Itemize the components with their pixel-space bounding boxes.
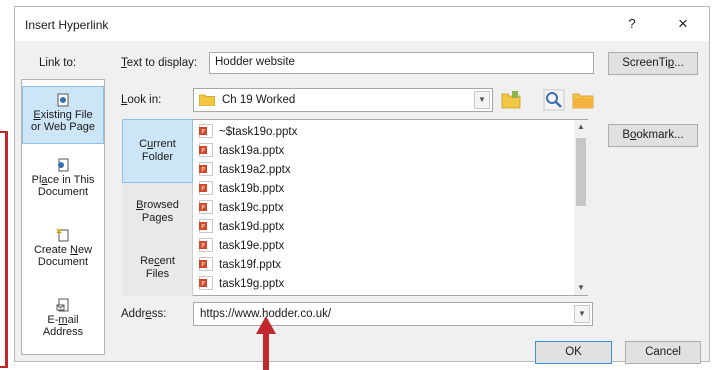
file-list-item[interactable]: P ~$task19o.pptx [199,124,297,141]
file-name: task19a.pptx [219,145,285,157]
file-list-item[interactable]: Ptask19d.pptx [199,219,284,236]
file-name: task19g.pptx [219,278,285,290]
address-input[interactable]: https://www.hodder.co.uk/ ▼ [193,302,593,326]
powerpoint-file-icon: P [199,124,213,138]
link-to-bar: Existing File or Web Page Place in This … [21,79,105,355]
svg-text:P: P [201,129,205,136]
svg-text:P: P [201,186,205,193]
title-bar: Insert Hyperlink ? × [15,7,709,41]
folder-icon [199,94,215,106]
svg-text:P: P [201,262,205,269]
cancel-button[interactable]: Cancel [625,341,701,364]
ok-button[interactable]: OK [535,341,612,364]
look-in-value: Ch 19 Worked [222,94,296,106]
powerpoint-file-icon: P [199,257,213,271]
browse-file-icon[interactable] [571,88,595,112]
file-name: task19c.pptx [219,202,284,214]
svg-text:P: P [201,148,205,155]
link-to-place-in-document[interactable]: Place in This Document [22,152,104,206]
file-name: task19d.pptx [219,221,285,233]
svg-text:P: P [201,243,205,250]
text-to-display-input[interactable]: Hodder website [209,52,594,74]
powerpoint-file-icon: P [199,162,213,176]
svg-text:P: P [201,205,205,212]
powerpoint-file-icon: P [199,143,213,157]
look-in-select[interactable]: Ch 19 Worked ▼ [193,88,493,112]
email-icon [56,298,69,312]
powerpoint-file-icon: P [199,219,213,233]
place-in-document-icon [58,158,69,172]
file-list-item[interactable]: Ptask19a.pptx [199,143,284,160]
place-recent-files[interactable]: Recent Files [122,241,193,295]
up-one-folder-icon[interactable] [499,88,523,112]
close-button[interactable]: × [671,13,695,35]
place-current-folder[interactable]: Current Folder [122,119,193,183]
annotation-arrow-icon [256,316,276,370]
web-page-icon [57,93,69,107]
place-browsed-pages[interactable]: Browsed Pages [122,185,193,239]
file-list-item[interactable]: Ptask19g.pptx [199,276,284,293]
link-to-email-address[interactable]: E-mail Address [22,292,104,350]
screentip-button[interactable]: ScreenTip... [608,52,698,75]
file-list: P ~$task19o.pptx Ptask19a.pptx Ptask19a2.pp… [193,119,588,296]
browse-web-icon[interactable] [542,88,566,112]
new-document-icon [56,228,69,242]
file-list-item[interactable]: Ptask19c.pptx [199,200,284,217]
chevron-down-icon[interactable]: ▼ [474,91,490,109]
file-name: task19f.pptx [219,259,282,271]
powerpoint-file-icon: P [199,200,213,214]
address-label: Address: [121,308,167,320]
scroll-down-icon[interactable]: ▼ [574,281,588,295]
file-list-scrollbar[interactable]: ▲ ▼ [574,120,588,295]
dialog-title: Insert Hyperlink [25,18,109,32]
insert-hyperlink-dialog: Insert Hyperlink ? × Link to: Existing F… [14,6,710,364]
svg-text:P: P [201,167,205,174]
file-name: task19b.pptx [219,183,285,195]
file-list-item[interactable]: Ptask19a2.pptx [199,162,291,179]
file-list-item[interactable]: Ptask19e.pptx [199,238,284,255]
svg-text:P: P [201,224,205,231]
chevron-down-icon[interactable]: ▼ [574,305,590,323]
powerpoint-file-icon: P [199,238,213,252]
scroll-thumb[interactable] [576,138,586,206]
help-button[interactable]: ? [621,14,643,34]
file-name: task19e.pptx [219,240,285,252]
file-list-item[interactable]: Ptask19b.pptx [199,181,284,198]
annotation-bracket [0,131,8,368]
file-name: ~$task19o.pptx [219,126,298,138]
powerpoint-file-icon: P [199,276,213,290]
file-name: task19a2.pptx [219,164,291,176]
file-list-item[interactable]: Ptask19f.pptx [199,257,281,274]
scroll-up-icon[interactable]: ▲ [574,120,588,134]
svg-text:P: P [201,281,205,288]
powerpoint-file-icon: P [199,181,213,195]
link-to-create-new-document[interactable]: Create New Document [22,222,104,276]
text-to-display-label: Text to display: [121,57,198,69]
bookmark-button[interactable]: Bookmark... [608,124,698,147]
places-list: Current Folder Browsed Pages Recent File… [122,119,193,296]
link-to-label: Link to: [39,57,77,69]
link-to-existing-file[interactable]: Existing File or Web Page [22,86,104,144]
look-in-label: Look in: [121,94,162,106]
